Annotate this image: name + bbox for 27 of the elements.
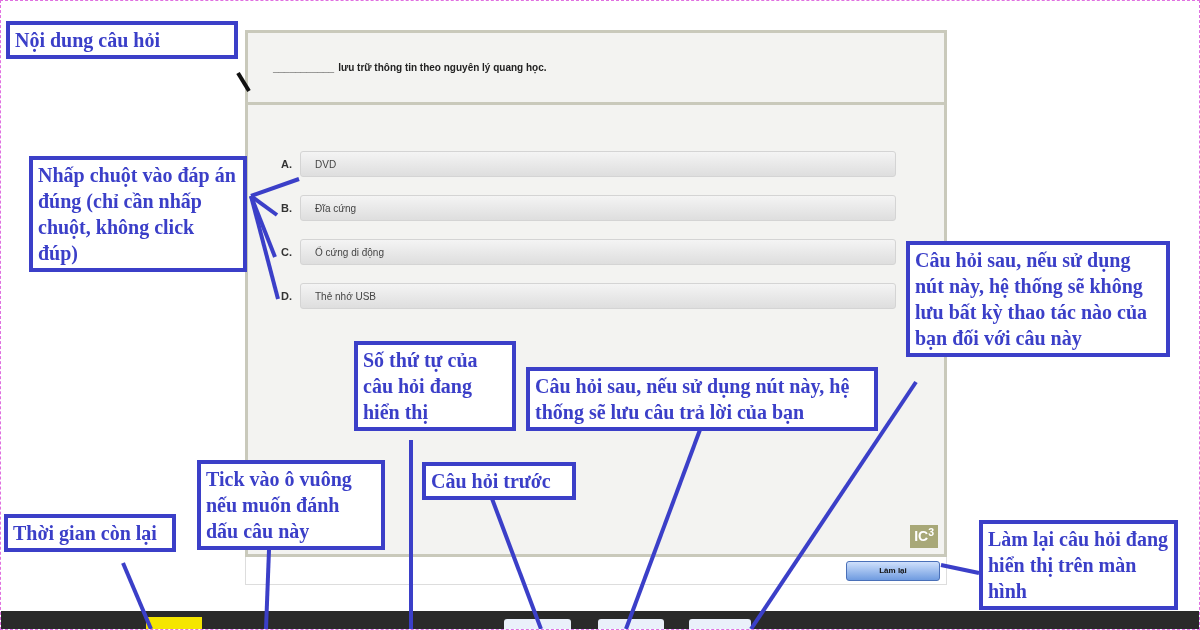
answer-option[interactable]: Ổ cứng di động <box>300 239 896 265</box>
callout-label: Nhấp chuột vào đáp án đúng (chỉ cần nhấp chuột, không click đúp) <box>29 156 247 272</box>
question-text: lưu trữ thông tin theo nguyên lý quang học. <box>338 61 547 76</box>
option-letter: B. <box>281 200 293 216</box>
leader-line <box>236 71 251 93</box>
option-letter: A. <box>281 156 293 172</box>
reset-button[interactable]: Làm lại <box>846 560 940 581</box>
answer-option[interactable]: Thẻ nhớ USB <box>300 283 896 309</box>
option-letter: C. <box>281 244 293 260</box>
callout-label: Tick vào ô vuông nếu muốn đánh dấu câu này <box>197 460 385 550</box>
answer-option[interactable]: Đĩa cứng <box>300 195 896 221</box>
callout-label: Câu hỏi sau, nếu sử dụng nút này, hệ thống sẽ không lưu bất kỳ thao tác nào của bạn đối với câu này <box>906 241 1170 357</box>
callout-label: Làm lại câu hỏi đang hiển thị trên màn hình <box>979 520 1178 610</box>
toolbar-button[interactable] <box>504 619 571 629</box>
callout-label: Số thứ tự của câu hỏi đang hiển thị <box>354 341 516 431</box>
option-letter: D. <box>281 288 293 304</box>
callout-label: Nội dung câu hỏi <box>6 21 238 59</box>
answer-option[interactable]: DVD <box>300 151 896 177</box>
answer-blank: ___________ <box>273 61 335 75</box>
callout-label: Thời gian còn lại <box>4 514 176 552</box>
timer-display <box>146 617 202 629</box>
toolbar-button[interactable] <box>598 619 664 629</box>
logo: IC$^{3}$ <box>910 525 938 548</box>
callout-label: Câu hỏi trước <box>422 462 576 500</box>
callout-label: Câu hỏi sau, nếu sử dụng nút này, hệ thống sẽ lưu câu trả lời của bạn <box>526 367 878 431</box>
leader-line <box>121 562 153 629</box>
leader-line <box>940 563 980 575</box>
